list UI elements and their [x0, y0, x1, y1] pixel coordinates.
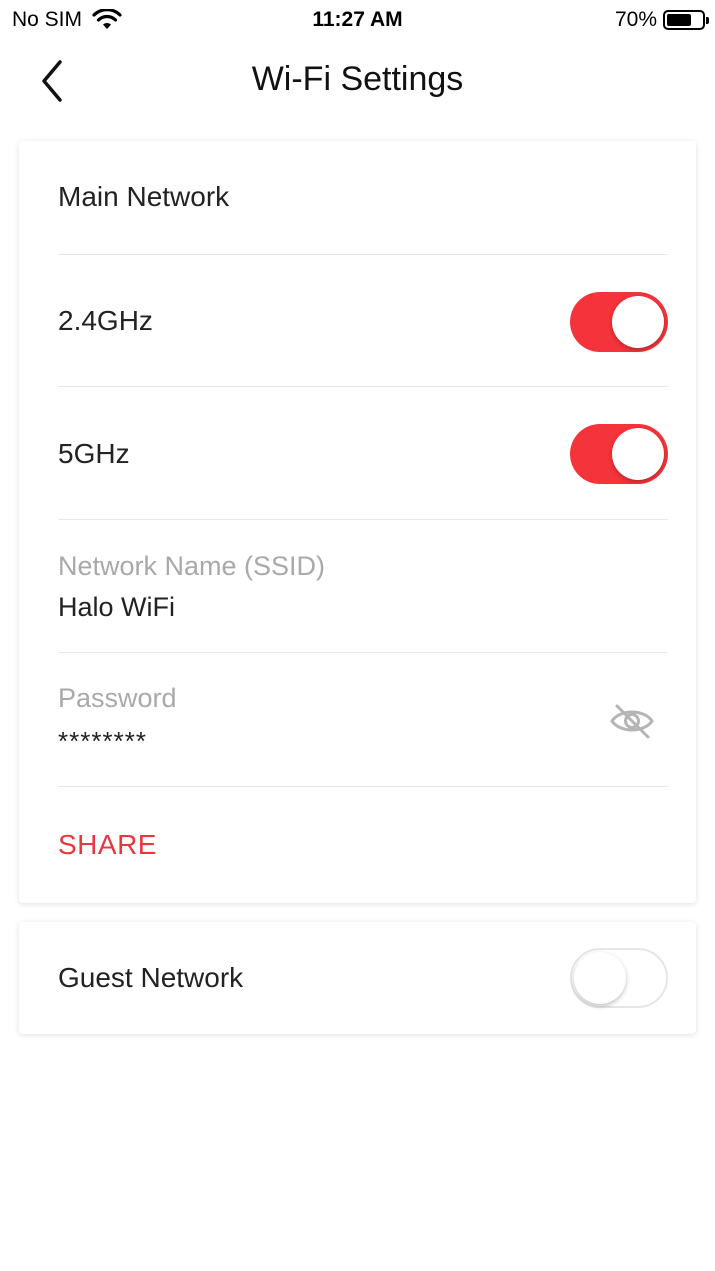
password-field[interactable]: Password ******** [58, 683, 668, 783]
wifi-settings-screen: No SIM 11:27 AM 70% Wi-Fi Settings Main … [0, 0, 715, 1271]
guest-network-label: Guest Network [58, 962, 244, 993]
password-label: Password [58, 683, 177, 713]
toggle-knob [612, 428, 664, 480]
band-5ghz-row: 5GHz [58, 424, 668, 484]
main-network-title: Main Network [58, 181, 230, 212]
toggle-knob [612, 296, 664, 348]
ssid-field[interactable]: Network Name (SSID) Halo WiFi [58, 551, 668, 623]
status-time: 11:27 AM [312, 8, 403, 31]
ssid-label: Network Name (SSID) [58, 551, 326, 581]
page-title: Wi-Fi Settings [251, 60, 464, 98]
band-24ghz-toggle[interactable] [570, 292, 668, 352]
password-value: ******** [58, 726, 147, 756]
battery-percent: 70% [614, 8, 657, 31]
main-network-header: Main Network [58, 181, 668, 213]
divider [58, 786, 668, 787]
band-24ghz-row: 2.4GHz [58, 292, 668, 352]
band-5ghz-toggle[interactable] [570, 424, 668, 484]
battery-tip [706, 17, 709, 24]
battery-level-fill [667, 14, 691, 26]
main-network-card: Main Network 2.4GHz 5GHz Network Name (S… [19, 141, 696, 903]
toggle-knob [574, 952, 626, 1004]
band-24ghz-label: 2.4GHz [58, 305, 153, 336]
divider [58, 519, 668, 520]
status-bar-right: 70% [614, 8, 709, 32]
ssid-value: Halo WiFi [58, 592, 176, 622]
eye-slash-icon [610, 704, 654, 739]
battery-icon [663, 10, 709, 30]
guest-network-row: Guest Network [58, 948, 668, 1008]
guest-network-toggle[interactable] [570, 948, 668, 1008]
divider [58, 386, 668, 387]
share-row: SHARE [58, 829, 668, 861]
guest-network-card: Guest Network [19, 922, 696, 1034]
status-bar: No SIM 11:27 AM 70% [0, 0, 715, 40]
band-5ghz-label: 5GHz [58, 438, 130, 469]
divider [58, 254, 668, 255]
share-button[interactable]: SHARE [58, 829, 157, 860]
divider [58, 652, 668, 653]
toggle-password-visibility-button[interactable] [608, 701, 656, 741]
nav-bar: Wi-Fi Settings [0, 40, 715, 124]
